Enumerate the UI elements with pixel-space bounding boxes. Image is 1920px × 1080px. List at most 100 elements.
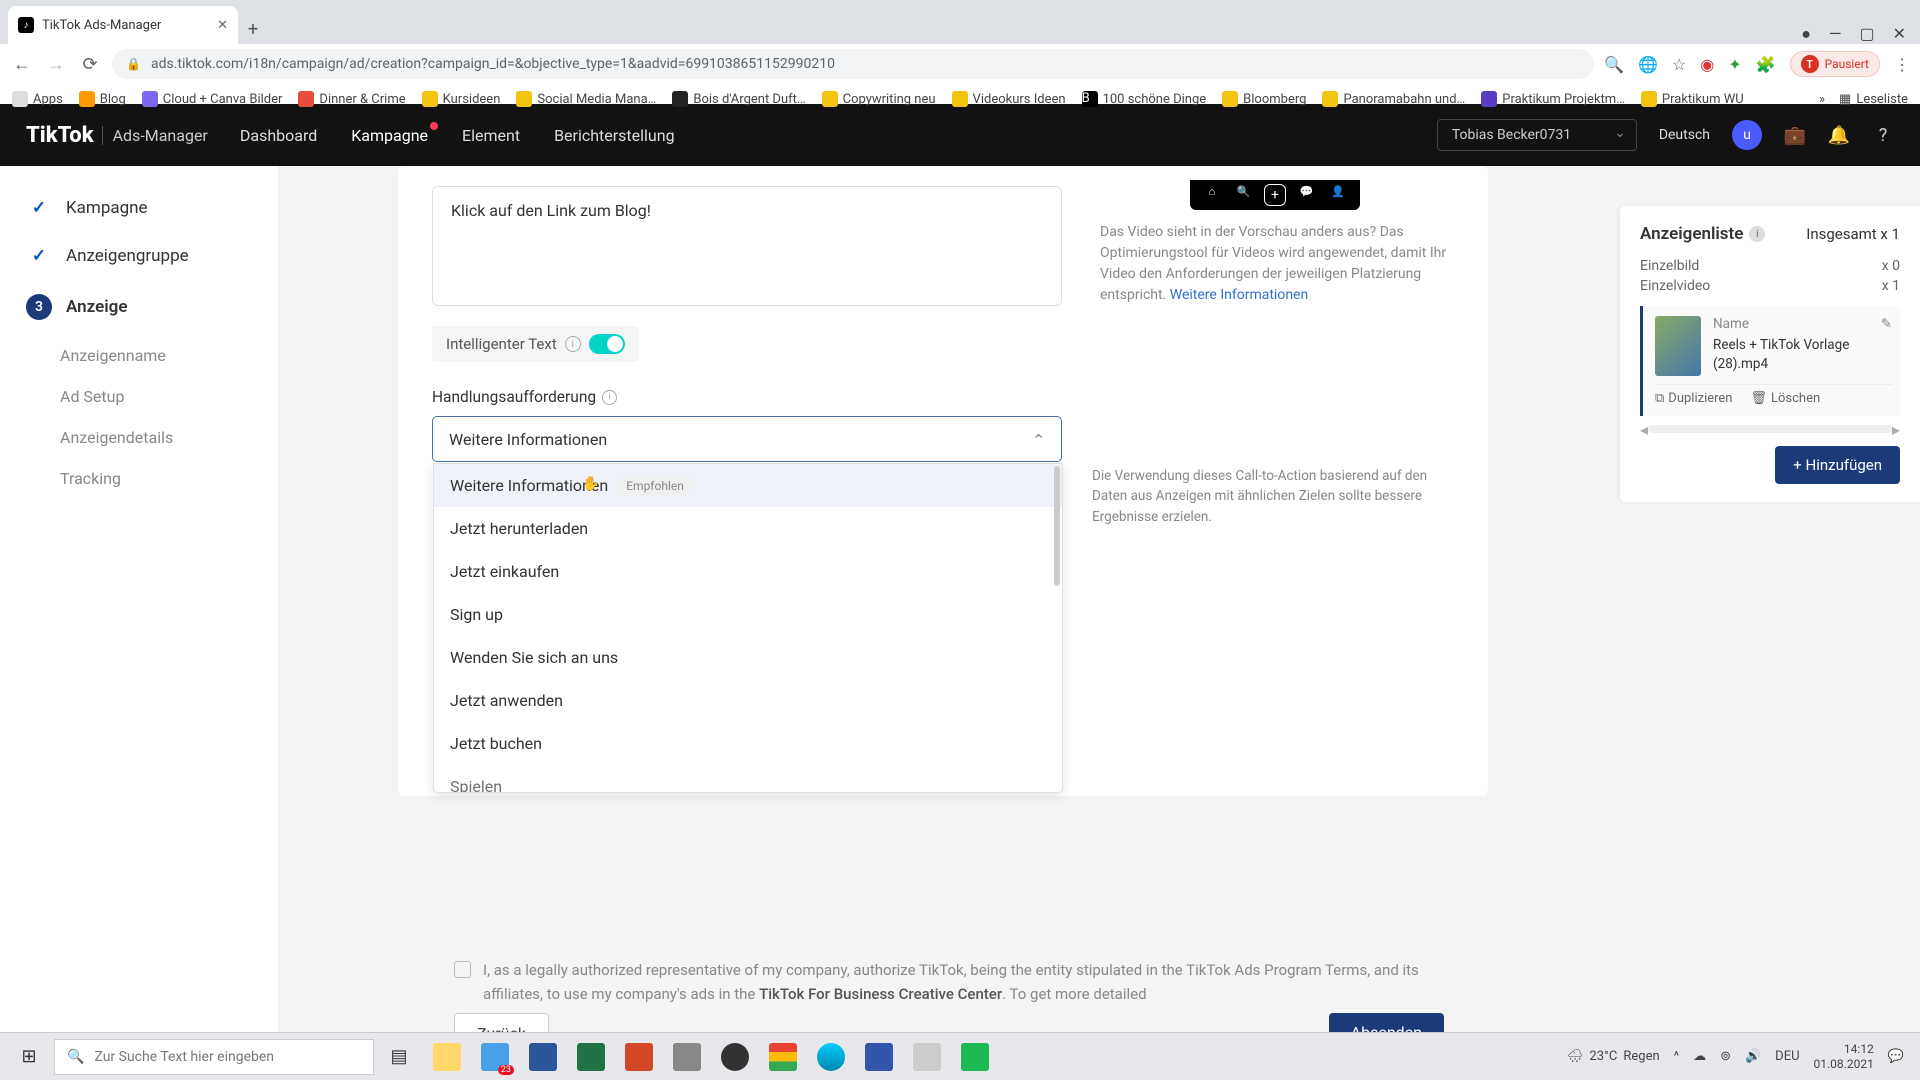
edit-icon[interactable]: ✎ <box>1881 316 1892 332</box>
bookmark-item[interactable]: Bloomberg <box>1222 91 1306 107</box>
nav-element[interactable]: Element <box>462 126 520 145</box>
cta-option[interactable]: Weitere Informationen Empfohlen ✋ <box>434 464 1062 507</box>
substep-anzeigendetails[interactable]: Anzeigendetails <box>60 418 278 457</box>
language-indicator[interactable]: DEU <box>1775 1049 1799 1064</box>
app-icon[interactable] <box>712 1037 758 1077</box>
menu-icon[interactable]: ⋮ <box>1894 55 1910 74</box>
bookmark-item[interactable]: B100 schöne Dinge <box>1082 91 1207 107</box>
language-selector[interactable]: Deutsch <box>1659 127 1710 143</box>
weather-widget[interactable]: 🌧 23°C Regen <box>1567 1049 1660 1064</box>
address-bar[interactable]: 🔒 ads.tiktok.com/i18n/campaign/ad/creati… <box>112 49 1594 79</box>
step-kampagne[interactable]: ✓ Kampagne <box>0 186 278 230</box>
substep-anzeigenname[interactable]: Anzeigenname <box>60 336 278 375</box>
bookmark-item[interactable]: Panoramabahn und… <box>1322 91 1465 107</box>
bookmark-item[interactable]: Social Media Mana… <box>516 91 656 107</box>
taskbar-clock[interactable]: 14:12 01.08.2021 <box>1814 1042 1874 1071</box>
mail-icon[interactable]: 23 <box>472 1037 518 1077</box>
consent-link[interactable]: TikTok For Business Creative Center <box>759 985 1002 1003</box>
info-icon[interactable]: i <box>565 336 581 352</box>
consent-checkbox[interactable] <box>454 961 471 978</box>
dropdown-scrollbar[interactable] <box>1054 466 1060 586</box>
ext1-icon[interactable]: ◉ <box>1700 55 1714 74</box>
bookmark-item[interactable]: Blog <box>79 91 126 107</box>
duplicate-button[interactable]: ⧉ Duplizieren <box>1655 391 1732 406</box>
briefcase-icon[interactable]: 💼 <box>1784 124 1806 146</box>
app-icon[interactable] <box>856 1037 902 1077</box>
gtranslate-icon[interactable]: 🌐 <box>1638 55 1658 74</box>
reload-icon[interactable]: ⟳ <box>78 54 102 75</box>
bookmark-item[interactable]: Dinner & Crime <box>298 91 405 107</box>
nav-dashboard[interactable]: Dashboard <box>240 126 317 145</box>
cta-option[interactable]: Sign up <box>434 593 1062 636</box>
volume-icon[interactable]: 🔊 <box>1745 1049 1761 1064</box>
step-anzeige[interactable]: 3 Anzeige <box>0 282 278 332</box>
cta-option[interactable]: Jetzt herunterladen <box>434 507 1062 550</box>
cta-option[interactable]: Jetzt einkaufen <box>434 550 1062 593</box>
edge-icon[interactable] <box>808 1037 854 1077</box>
app-icon[interactable] <box>904 1037 950 1077</box>
nav-berichterstellung[interactable]: Berichterstellung <box>554 126 675 145</box>
add-ad-button[interactable]: + Hinzufügen <box>1775 446 1900 484</box>
substep-adsetup[interactable]: Ad Setup <box>60 377 278 416</box>
network-icon[interactable]: ⊚ <box>1720 1049 1731 1064</box>
close-window-icon[interactable]: ✕ <box>1893 24 1906 44</box>
word-icon[interactable] <box>520 1037 566 1077</box>
ad-list-item[interactable]: Name✎ Reels + TikTok Vorlage (28).mp4 ⧉ … <box>1640 306 1900 416</box>
account-selector[interactable]: Tobias Becker0731 <box>1437 119 1637 151</box>
minimize-icon[interactable]: — <box>1829 24 1842 44</box>
nav-kampagne[interactable]: Kampagne <box>351 126 428 145</box>
user-avatar[interactable]: u <box>1732 120 1762 150</box>
bookmark-item[interactable]: Kursideen <box>422 91 501 107</box>
action-center-icon[interactable]: 💬 <box>1888 1049 1904 1064</box>
apps-shortcut[interactable]: Apps <box>12 91 63 107</box>
info-icon[interactable]: i <box>602 390 617 405</box>
back-icon[interactable]: ← <box>10 54 34 75</box>
preview-more-link[interactable]: Weitere Informationen <box>1170 287 1308 303</box>
new-tab-button[interactable]: + <box>238 14 268 44</box>
cta-option[interactable]: Spielen <box>434 765 1062 793</box>
extensions-icon[interactable]: 🧩 <box>1756 55 1776 74</box>
bookmark-item[interactable]: Bois d'Argent Duft… <box>672 91 805 107</box>
excel-icon[interactable] <box>568 1037 614 1077</box>
spotify-icon[interactable] <box>952 1037 998 1077</box>
help-icon[interactable]: ? <box>1872 124 1894 146</box>
bookmark-item[interactable]: Praktikum Projektm… <box>1481 91 1625 107</box>
smart-text-toggle[interactable] <box>589 334 625 354</box>
app-icon[interactable] <box>664 1037 710 1077</box>
inbox-icon: 💬 <box>1296 184 1318 206</box>
cta-option[interactable]: Wenden Sie sich an uns <box>434 636 1062 679</box>
task-view-icon[interactable]: ▤ <box>376 1037 422 1077</box>
onedrive-icon[interactable]: ☁ <box>1693 1049 1706 1064</box>
ad-text-input[interactable]: Klick auf den Link zum Blog! <box>432 186 1062 306</box>
account-dot-icon[interactable]: ● <box>1801 24 1811 44</box>
bookmarks-overflow-icon[interactable]: » <box>1819 92 1825 107</box>
tray-chevron-icon[interactable]: ^ <box>1674 1049 1679 1064</box>
close-tab-icon[interactable]: ✕ <box>217 18 228 33</box>
explorer-icon[interactable] <box>424 1037 470 1077</box>
taskbar-search[interactable]: 🔍 Zur Suche Text hier eingeben <box>54 1039 374 1075</box>
profile-status-pill[interactable]: T Pausiert <box>1790 51 1880 77</box>
horizontal-scrollbar[interactable]: ◂▸ <box>1640 422 1900 436</box>
maximize-icon[interactable]: ▢ <box>1859 24 1874 44</box>
star-icon[interactable]: ☆ <box>1672 55 1686 74</box>
powerpoint-icon[interactable] <box>616 1037 662 1077</box>
bookmark-item[interactable]: Videokurs Ideen <box>952 91 1066 107</box>
zoom-icon[interactable]: 🔍 <box>1604 55 1624 74</box>
delete-button[interactable]: 🗑 Löschen <box>1750 391 1820 406</box>
bell-icon[interactable]: 🔔 <box>1828 124 1850 146</box>
cta-option[interactable]: Jetzt anwenden <box>434 679 1062 722</box>
cta-select[interactable]: Weitere Informationen ⌄ Weitere Informat… <box>432 416 1062 462</box>
browser-tab[interactable]: ♪ TikTok Ads-Manager ✕ <box>8 6 238 44</box>
start-button[interactable]: ⊞ <box>6 1037 52 1077</box>
step-anzeigengruppe[interactable]: ✓ Anzeigengruppe <box>0 234 278 278</box>
bookmark-item[interactable]: Copywriting neu <box>822 91 936 107</box>
substep-tracking[interactable]: Tracking <box>60 459 278 498</box>
ext2-icon[interactable]: ✦ <box>1728 55 1741 74</box>
logo[interactable]: TikTok Ads-Manager <box>26 123 208 148</box>
info-icon[interactable]: i <box>1749 226 1765 242</box>
chrome-icon[interactable] <box>760 1037 806 1077</box>
reading-list-button[interactable]: ▦Leseliste <box>1839 92 1908 107</box>
cta-option[interactable]: Jetzt buchen <box>434 722 1062 765</box>
bookmark-item[interactable]: Cloud + Canva Bilder <box>142 91 283 107</box>
bookmark-item[interactable]: Praktikum WU <box>1641 91 1744 107</box>
